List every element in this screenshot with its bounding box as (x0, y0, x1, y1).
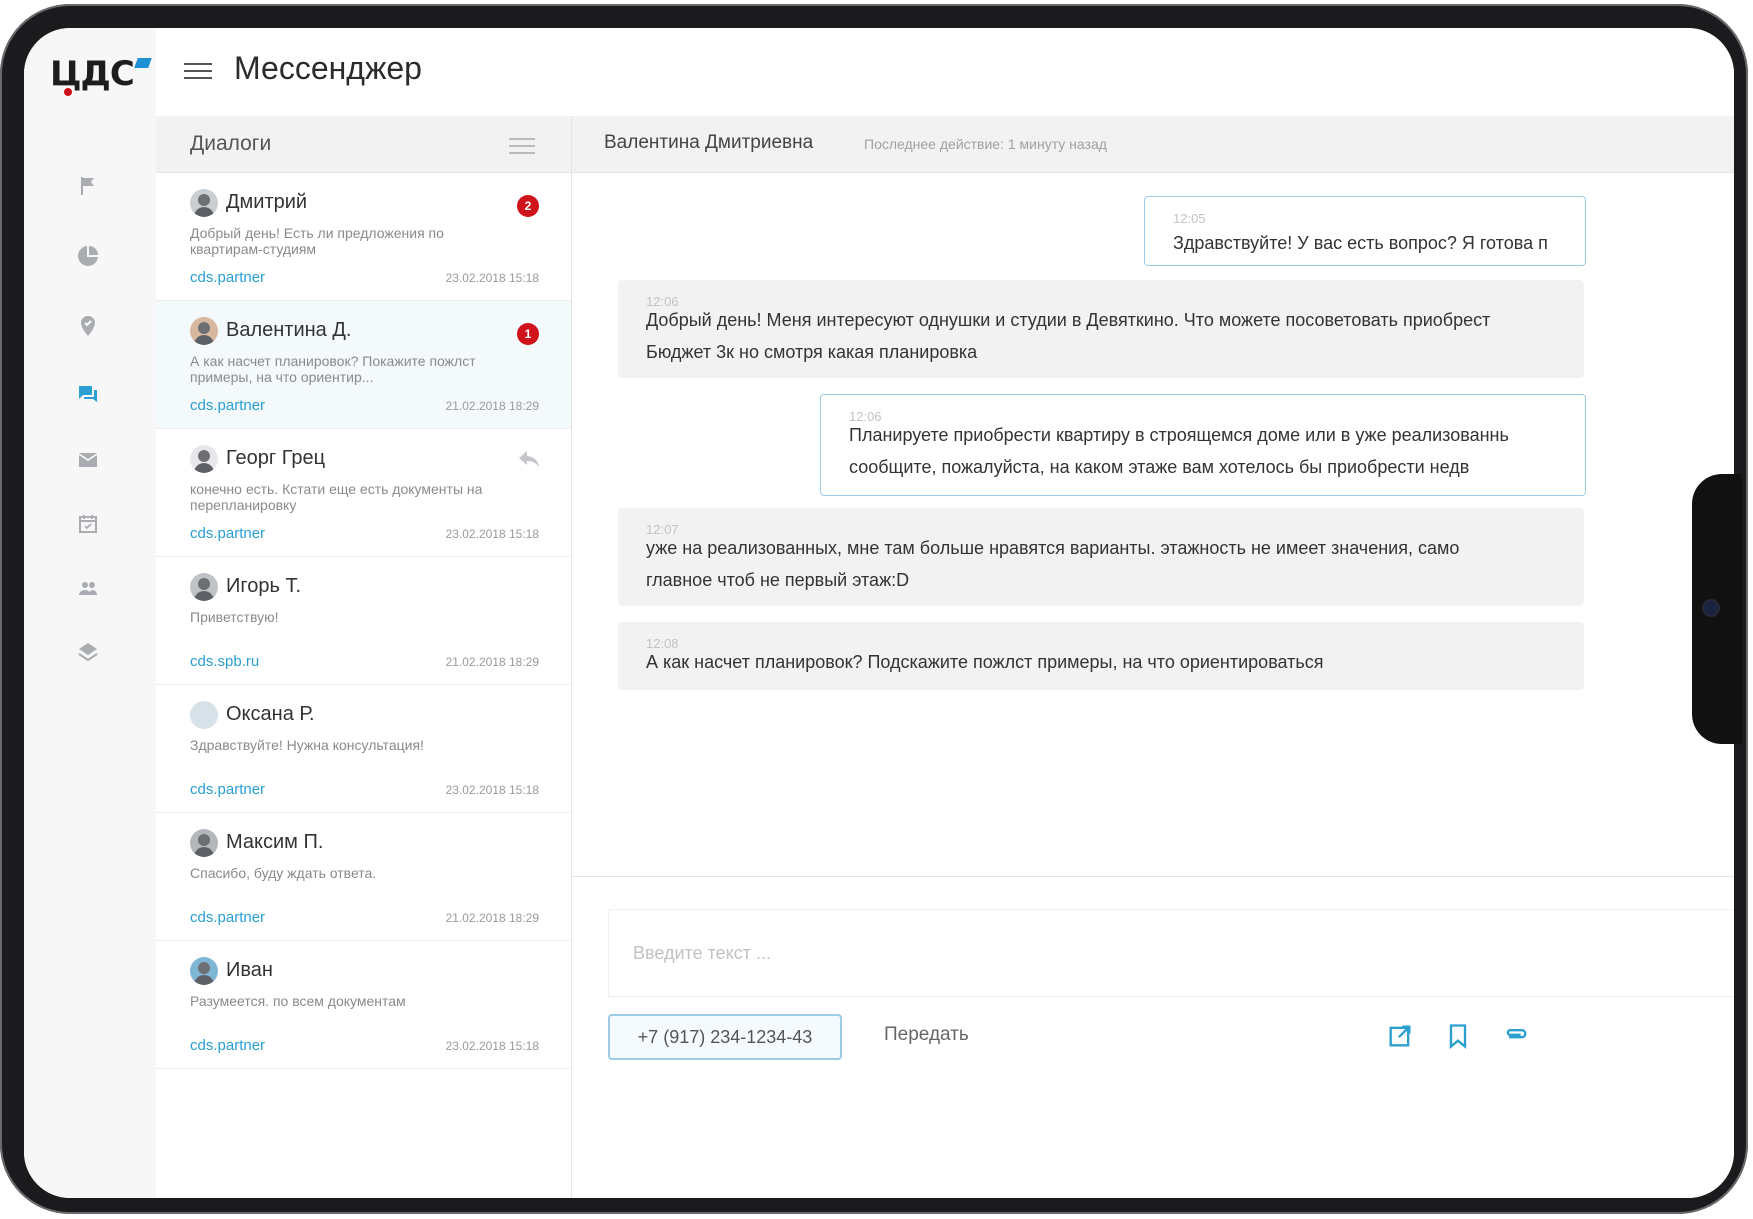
message-incoming: 12:08 А как насчет планировок? Подскажит… (618, 622, 1584, 690)
dialogs-header: Диалоги (156, 116, 571, 173)
dialog-date: 21.02.2018 18:29 (445, 911, 539, 925)
message-outgoing: 12:05 Здравствуйте! У вас есть вопрос? Я… (1144, 196, 1586, 266)
dialog-name: Оксана Р. (226, 703, 315, 725)
dialog-item-dmitry[interactable]: Дмитрий 2 Добрый день! Есть ли предложен… (156, 173, 571, 301)
layers-icon[interactable] (74, 638, 102, 666)
dialog-item-oksana[interactable]: Оксана Р. Здравствуйте! Нужна консультац… (156, 685, 571, 813)
message-text: Добрый день! Меня интересуют однушки и с… (646, 310, 1491, 362)
message-input[interactable] (608, 909, 1734, 997)
message-text: уже на реализованных, мне там больше нра… (646, 538, 1460, 590)
chat-panel: Валентина Дмитриевна Последнее действие:… (572, 116, 1734, 1198)
left-rail: ЦДС (24, 28, 157, 1198)
dialog-item-valentina[interactable]: Валентина Д. 1 А как насчет планировок? … (156, 301, 571, 429)
dialog-date: 21.02.2018 18:29 (445, 655, 539, 669)
dialog-source-link[interactable]: cds.partner (190, 909, 265, 926)
avatar (190, 189, 218, 217)
unread-badge: 2 (517, 195, 539, 217)
dialog-snippet: конечно есть. Кстати еще есть документы … (190, 481, 483, 513)
camera-icon (1704, 601, 1718, 615)
composer-divider (572, 876, 1734, 877)
pie-chart-icon[interactable] (74, 242, 102, 270)
top-bar: Мессенджер (156, 28, 1734, 117)
flag-icon[interactable] (74, 172, 102, 200)
dialog-source-link[interactable]: cds.spb.ru (190, 653, 259, 670)
chat-header: Валентина Дмитриевна Последнее действие:… (572, 116, 1734, 173)
avatar (190, 829, 218, 857)
dialog-name: Валентина Д. (226, 319, 352, 341)
people-icon[interactable] (74, 574, 102, 602)
chat-icon[interactable] (74, 380, 102, 408)
dialog-item-georg[interactable]: Георг Грец конечно есть. Кстати еще есть… (156, 429, 571, 557)
list-menu-icon[interactable] (509, 138, 535, 159)
device-notch (1692, 474, 1742, 744)
message-text: Здравствуйте! У вас есть вопрос? Я готов… (1173, 233, 1548, 253)
dialog-date: 23.02.2018 15:18 (445, 271, 539, 285)
message-incoming: 12:07 уже на реализованных, мне там боль… (618, 508, 1584, 606)
logo-text: ЦДС (50, 54, 135, 94)
dialog-item-igor[interactable]: Игорь Т. Приветствую! cds.spb.ru 21.02.2… (156, 557, 571, 685)
avatar (190, 573, 218, 601)
dialog-item-maksim[interactable]: Максим П. Спасибо, буду ждать ответа. cd… (156, 813, 571, 941)
logo[interactable]: ЦДС (50, 54, 152, 96)
dialog-name: Максим П. (226, 831, 324, 853)
dialogs-panel: Диалоги Дмитрий 2 Добрый день! Есть ли п… (156, 116, 572, 1198)
phone-button[interactable]: +7 (917) 234-1234-43 (608, 1014, 842, 1060)
message-time: 12:05 (1173, 211, 1206, 226)
dialog-date: 23.02.2018 15:18 (445, 527, 539, 541)
logo-mark (134, 58, 152, 68)
dialog-source-link[interactable]: cds.partner (190, 525, 265, 542)
location-pin-icon[interactable] (74, 312, 102, 340)
dialog-snippet: Спасибо, буду ждать ответа. (190, 865, 377, 881)
dialog-snippet: Разумеется. по всем документам (190, 993, 406, 1009)
dialog-snippet: А как насчет планировок? Покажите пожлст… (190, 353, 476, 385)
hamburger-menu-icon[interactable] (184, 58, 212, 82)
dialog-source-link[interactable]: cds.partner (190, 397, 265, 414)
dialog-name: Игорь Т. (226, 575, 302, 597)
message-outgoing: 12:06 Планируете приобрести квартиру в с… (820, 394, 1586, 496)
dialogs-title: Диалоги (190, 132, 272, 155)
dialog-name: Иван (226, 959, 273, 981)
dialog-date: 23.02.2018 15:18 (445, 783, 539, 797)
dialog-snippet: Приветствую! (190, 609, 279, 625)
dialog-snippet: Добрый день! Есть ли предложения по квар… (190, 225, 444, 257)
message-text: Планируете приобрести квартиру в строяще… (849, 425, 1509, 477)
message-incoming: 12:06 Добрый день! Меня интересуют однуш… (618, 280, 1584, 378)
dialog-source-link[interactable]: cds.partner (190, 269, 265, 286)
tablet-frame: ЦДС Мессенджер Диалоги Дмитрий 2 Добрый … (0, 4, 1748, 1214)
dialog-date: 21.02.2018 18:29 (445, 399, 539, 413)
avatar (190, 317, 218, 345)
unread-badge: 1 (517, 323, 539, 345)
screen: ЦДС Мессенджер Диалоги Дмитрий 2 Добрый … (24, 28, 1734, 1198)
avatar (190, 701, 218, 729)
attachment-icon[interactable] (1502, 1022, 1530, 1050)
dialog-name: Дмитрий (226, 191, 308, 213)
reply-icon (517, 449, 541, 469)
bookmark-icon[interactable] (1444, 1022, 1472, 1050)
avatar (190, 957, 218, 985)
dialog-source-link[interactable]: cds.partner (190, 1037, 265, 1054)
chat-peer-name: Валентина Дмитриевна (604, 132, 814, 153)
dialog-snippet: Здравствуйте! Нужна консультация! (190, 737, 424, 753)
open-external-icon[interactable] (1386, 1022, 1414, 1050)
page-title: Мессенджер (234, 50, 422, 86)
calendar-icon[interactable] (74, 510, 102, 538)
logo-dot (64, 88, 72, 96)
avatar (190, 445, 218, 473)
dialog-name: Георг Грец (226, 447, 326, 469)
dialog-source-link[interactable]: cds.partner (190, 781, 265, 798)
send-button[interactable]: Передать (884, 1024, 969, 1046)
dialog-date: 23.02.2018 15:18 (445, 1039, 539, 1053)
last-action-status: Последнее действие: 1 минуту назад (864, 136, 1107, 152)
dialog-item-ivan[interactable]: Иван Разумеется. по всем документам cds.… (156, 941, 571, 1069)
mail-icon[interactable] (74, 446, 102, 474)
message-text: А как насчет планировок? Подскажите пожл… (646, 652, 1324, 672)
